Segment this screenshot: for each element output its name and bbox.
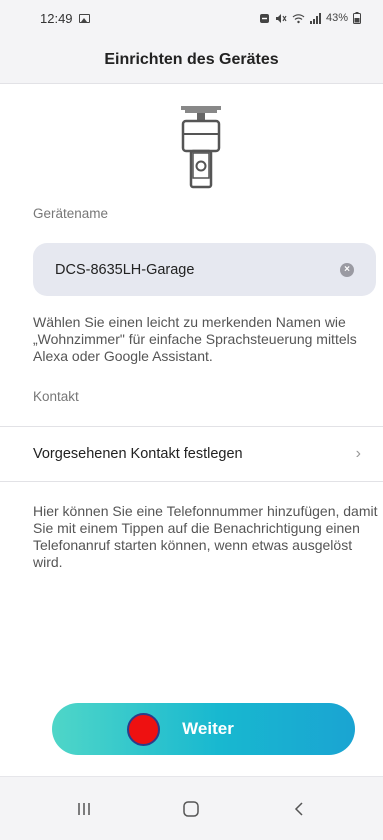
system-nav-bar [0,776,383,840]
battery-icon [353,12,361,24]
battery-percent: 43% [325,12,348,24]
camera-device-icon [175,104,227,200]
device-name-label: Gerätename [33,206,109,221]
mute-icon [275,13,287,23]
contact-info-text: Hier können Sie eine Telefonnummer hinzu… [33,503,378,570]
app-header: Einrichten des Gerätes [0,36,383,84]
home-icon[interactable] [161,789,221,829]
status-right: 43% [259,12,361,24]
wifi-icon [292,13,305,23]
dnd-icon [259,13,269,23]
device-name-value[interactable]: DCS-8635LH-Garage [55,262,340,278]
chevron-right-icon: › [355,445,361,462]
device-name-hint: Wählen Sie einen leicht zu merkenden Nam… [33,314,357,364]
signal-icon [309,12,321,24]
set-contact-label: Vorgesehenen Kontakt festlegen [33,446,243,462]
record-dot-icon [127,712,161,746]
back-icon[interactable] [269,789,329,829]
set-contact-row[interactable]: Vorgesehenen Kontakt festlegen › [0,426,383,482]
status-bar: 12:49 43% [0,0,383,36]
status-left: 12:49 [40,11,90,26]
next-button-label: Weiter [182,719,234,738]
image-icon [78,13,90,23]
device-name-field[interactable]: DCS-8635LH-Garage × [33,243,376,296]
recent-apps-icon[interactable] [54,789,114,829]
next-button[interactable]: Weiter [52,703,355,755]
contact-section-label: Kontakt [33,389,79,404]
page-title: Einrichten des Gerätes [104,50,279,68]
status-time: 12:49 [40,10,73,26]
clear-icon[interactable]: × [340,262,354,277]
